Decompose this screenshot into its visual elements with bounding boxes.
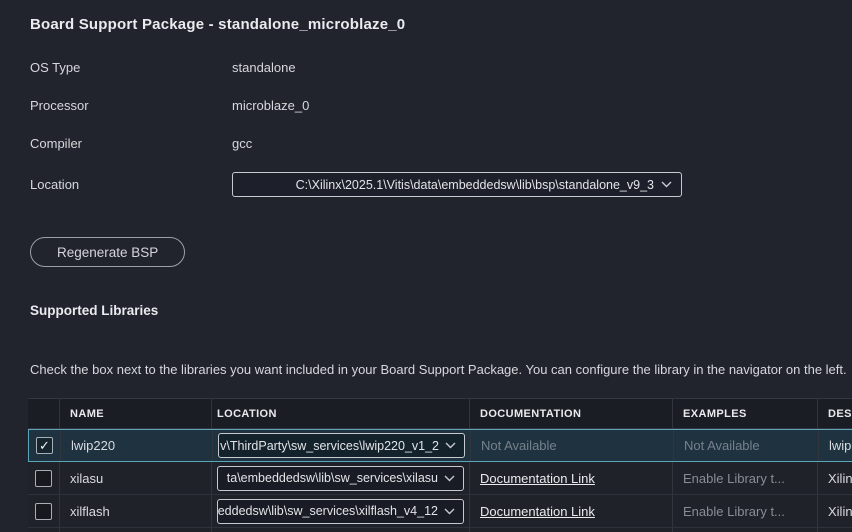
libraries-description: Check the box next to the libraries you … [30, 362, 852, 377]
supported-libraries-heading: Supported Libraries [30, 303, 852, 318]
documentation-link[interactable]: Documentation Link [480, 471, 595, 486]
os-type-label: OS Type [30, 60, 232, 75]
xilasu-description: Xilinx [818, 462, 852, 494]
examples-enable-hint: Enable Library t... [683, 504, 785, 519]
page-title: Board Support Package - standalone_micro… [30, 16, 852, 33]
xilflash-location-value: eddedsw\lib\sw_services\xilflash_v4_12 [218, 504, 438, 518]
xilasu-name: xilasu [60, 462, 212, 494]
lwip220-location-cell: v\ThirdParty\sw_services\lwip220_v1_2 [213, 430, 471, 461]
compiler-label: Compiler [30, 136, 232, 151]
table-row-xilflash[interactable]: xilflash eddedsw\lib\sw_services\xilflas… [28, 495, 852, 528]
table-row-xilloader[interactable]: xilloader ddedsw\lib\sw_services\xilload… [28, 528, 852, 532]
xilloader-location-cell: ddedsw\lib\sw_services\xilloader_v2_2 [212, 528, 470, 532]
compiler-value: gcc [232, 136, 252, 151]
lwip220-checkbox[interactable]: ✓ [36, 437, 53, 454]
location-label: Location [30, 177, 232, 192]
xilasu-examples: Enable Library t... [673, 462, 818, 494]
header-documentation: DOCUMENTATION [470, 399, 673, 428]
header-checkbox-column [28, 399, 60, 428]
chevron-down-icon [444, 475, 455, 482]
xilflash-description: Xilinx [818, 495, 852, 527]
lwip220-location-dropdown[interactable]: v\ThirdParty\sw_services\lwip220_v1_2 [218, 433, 465, 458]
xilflash-location-dropdown[interactable]: eddedsw\lib\sw_services\xilflash_v4_12 [217, 499, 464, 524]
xilflash-name: xilflash [60, 495, 212, 527]
xilflash-checkbox[interactable] [35, 503, 52, 520]
chevron-down-icon [445, 442, 456, 449]
header-name: NAME [60, 399, 212, 428]
header-examples: EXAMPLES [673, 399, 818, 428]
xilloader-checkbox-cell [28, 528, 60, 532]
libraries-table: NAME LOCATION DOCUMENTATION EXAMPLES DES… [28, 398, 852, 532]
table-header-row: NAME LOCATION DOCUMENTATION EXAMPLES DES… [28, 399, 852, 429]
documentation-link[interactable]: Documentation Link [480, 504, 595, 519]
lwip220-documentation: Not Available [471, 430, 674, 461]
regenerate-bsp-button[interactable]: Regenerate BSP [30, 237, 185, 267]
xilloader-documentation: Documentation Link [470, 528, 673, 532]
xilasu-checkbox-cell [28, 462, 60, 494]
lwip220-name: lwip220 [61, 430, 213, 461]
chevron-down-icon [661, 181, 672, 188]
lwip220-description: lwip220 [819, 430, 852, 461]
location-dropdown-value: C:\Xilinx\2025.1\Vitis\data\embeddedsw\l… [296, 178, 654, 192]
location-dropdown[interactable]: C:\Xilinx\2025.1\Vitis\data\embeddedsw\l… [232, 172, 682, 197]
chevron-down-icon [444, 508, 455, 515]
field-location: Location C:\Xilinx\2025.1\Vitis\data\emb… [30, 172, 852, 197]
table-row-lwip220[interactable]: ✓ lwip220 v\ThirdParty\sw_services\lwip2… [28, 429, 852, 462]
xilflash-documentation: Documentation Link [470, 495, 673, 527]
xilloader-description: Xilinx [818, 528, 852, 532]
field-compiler: Compiler gcc [30, 134, 852, 152]
lwip220-examples: Not Available [674, 430, 819, 461]
os-type-value: standalone [232, 60, 296, 75]
xilflash-examples: Enable Library t... [673, 495, 818, 527]
xilasu-location-cell: ta\embeddedsw\lib\sw_services\xilasu [212, 462, 470, 494]
xilasu-location-value: ta\embeddedsw\lib\sw_services\xilasu [227, 471, 438, 485]
xilloader-examples: Enable Library t... [673, 528, 818, 532]
examples-enable-hint: Enable Library t... [683, 471, 785, 486]
header-location: LOCATION [212, 399, 470, 428]
field-os-type: OS Type standalone [30, 58, 852, 76]
xilflash-location-cell: eddedsw\lib\sw_services\xilflash_v4_12 [212, 495, 470, 527]
header-description: DESCRIPTION [818, 399, 852, 428]
xilloader-name: xilloader [60, 528, 212, 532]
documentation-not-available: Not Available [481, 438, 557, 453]
xilasu-checkbox[interactable] [35, 470, 52, 487]
examples-not-available: Not Available [684, 438, 760, 453]
xilasu-location-dropdown[interactable]: ta\embeddedsw\lib\sw_services\xilasu [217, 466, 464, 491]
bsp-settings-page: Board Support Package - standalone_micro… [0, 0, 852, 532]
processor-value: microblaze_0 [232, 98, 309, 113]
field-processor: Processor microblaze_0 [30, 96, 852, 114]
table-row-xilasu[interactable]: xilasu ta\embeddedsw\lib\sw_services\xil… [28, 462, 852, 495]
xilasu-documentation: Documentation Link [470, 462, 673, 494]
xilflash-checkbox-cell [28, 495, 60, 527]
processor-label: Processor [30, 98, 232, 113]
lwip220-checkbox-cell: ✓ [29, 430, 61, 461]
lwip220-location-value: v\ThirdParty\sw_services\lwip220_v1_2 [220, 439, 439, 453]
